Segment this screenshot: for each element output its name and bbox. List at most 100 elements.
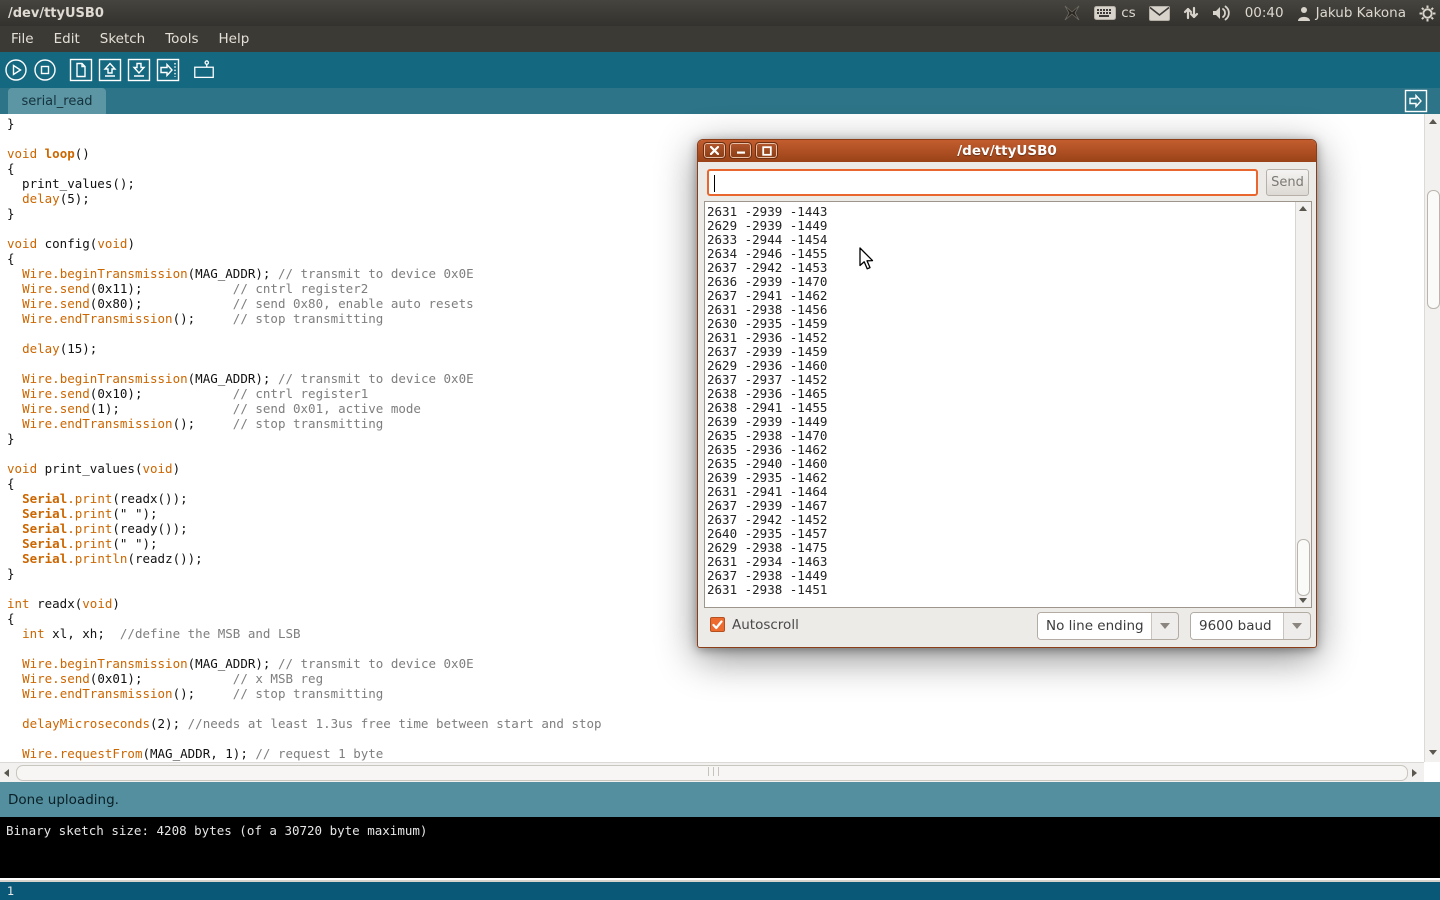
baud-dropdown-button[interactable] xyxy=(1284,613,1310,639)
upload-button[interactable] xyxy=(156,58,180,82)
serial-data-line: 2637 -2942 -1452 xyxy=(707,513,1311,527)
send-button-label: Send xyxy=(1271,175,1304,190)
menu-item-edit[interactable]: Edit xyxy=(54,31,80,47)
baud-rate-value: 9600 baud xyxy=(1191,613,1284,639)
editor-horizontal-scrollbar[interactable]: ||| xyxy=(0,762,1424,782)
serial-input-row: Send xyxy=(707,169,1309,197)
serial-data-line: 2637 -2941 -1462 xyxy=(707,289,1311,303)
serial-output-area[interactable]: 2631 -2939 -14432629 -2939 -14492633 -29… xyxy=(704,201,1312,608)
verify-button[interactable] xyxy=(4,58,28,82)
volume-icon[interactable] xyxy=(1212,5,1232,21)
serial-data-line: 2631 -2939 -1443 xyxy=(707,205,1311,219)
save-sketch-button[interactable] xyxy=(127,58,151,82)
window-title: /dev/ttyUSB0 xyxy=(0,6,104,21)
serial-data-line: 2637 -2939 -1467 xyxy=(707,499,1311,513)
keyboard-layout-code: cs xyxy=(1121,5,1135,21)
serial-scroll-thumb[interactable] xyxy=(1297,539,1310,596)
serial-data-line: 2629 -2938 -1475 xyxy=(707,541,1311,555)
tab-menu-arrow-icon xyxy=(1404,89,1428,113)
check-icon xyxy=(712,620,723,630)
keyboard-icon xyxy=(1094,6,1116,20)
window-controls xyxy=(704,143,777,158)
serial-data-line: 2640 -2935 -1457 xyxy=(707,527,1311,541)
code-line: delayMicroseconds(2); //needs at least 1… xyxy=(7,716,1424,731)
serial-data-line: 2639 -2939 -1449 xyxy=(707,415,1311,429)
maximize-button[interactable] xyxy=(756,143,777,158)
baud-rate-select[interactable]: 9600 baud xyxy=(1190,612,1311,640)
code-line: } xyxy=(7,116,1424,131)
text-caret xyxy=(714,175,715,192)
serial-data-line: 2638 -2936 -1465 xyxy=(707,387,1311,401)
user-menu[interactable]: Jakub Kakona xyxy=(1297,5,1406,21)
session-gear-icon[interactable] xyxy=(1419,5,1436,22)
send-button[interactable]: Send xyxy=(1266,169,1309,196)
serial-data-line: 2639 -2935 -1462 xyxy=(707,471,1311,485)
console-line: Binary sketch size: 4208 bytes (of a 307… xyxy=(6,823,427,838)
serial-monitor-title: /dev/ttyUSB0 xyxy=(957,143,1057,159)
chevron-down-icon xyxy=(1292,623,1302,629)
line-ending-select[interactable]: No line ending xyxy=(1037,612,1179,640)
serial-data-line: 2629 -2939 -1449 xyxy=(707,219,1311,233)
menu-item-help[interactable]: Help xyxy=(219,31,250,47)
serial-data-line: 2637 -2942 -1453 xyxy=(707,261,1311,275)
serial-output-lines: 2631 -2939 -14432629 -2939 -14492633 -29… xyxy=(707,205,1311,597)
menu-item-file[interactable]: File xyxy=(11,31,34,47)
line-ending-value: No line ending xyxy=(1038,613,1152,639)
serial-data-line: 2631 -2938 -1451 xyxy=(707,583,1311,597)
toolbar xyxy=(0,52,1440,88)
stop-button[interactable] xyxy=(33,58,57,82)
serial-data-line: 2629 -2936 -1460 xyxy=(707,359,1311,373)
code-line: Wire.send(0x01); // x MSB reg xyxy=(7,671,1424,686)
serial-monitor-titlebar[interactable]: /dev/ttyUSB0 xyxy=(698,140,1316,162)
serial-data-line: 2631 -2941 -1464 xyxy=(707,485,1311,499)
code-line: Wire.requestFrom(MAG_ADDR, 1); // reques… xyxy=(7,746,1424,761)
serial-data-line: 2634 -2946 -1455 xyxy=(707,247,1311,261)
minimize-button[interactable] xyxy=(730,143,751,158)
code-line xyxy=(7,731,1424,746)
status-message: Done uploading. xyxy=(8,792,119,808)
autoscroll-checkbox[interactable] xyxy=(710,617,725,632)
serial-data-line: 2636 -2939 -1470 xyxy=(707,275,1311,289)
system-tray: cs 00:40 Jakub Kakona xyxy=(1063,0,1436,26)
clock[interactable]: 00:40 xyxy=(1245,5,1284,21)
code-line: Wire.beginTransmission(MAG_ADDR); // tra… xyxy=(7,656,1424,671)
open-sketch-button[interactable] xyxy=(98,58,122,82)
serial-output-scrollbar[interactable] xyxy=(1295,202,1311,607)
close-button[interactable] xyxy=(704,143,725,158)
menu-item-tools[interactable]: Tools xyxy=(165,31,198,47)
new-sketch-button[interactable] xyxy=(69,58,93,82)
keyboard-layout-indicator[interactable]: cs xyxy=(1094,5,1135,21)
line-indicator: 1 xyxy=(7,884,14,898)
system-panel: /dev/ttyUSB0 cs 00:40 Jakub Kakona xyxy=(0,0,1440,26)
user-icon xyxy=(1297,6,1311,21)
clock-time: 00:40 xyxy=(1245,5,1284,21)
autoscroll-label: Autoscroll xyxy=(732,617,799,633)
serial-data-line: 2633 -2944 -1454 xyxy=(707,233,1311,247)
code-line: Wire.endTransmission(); // stop transmit… xyxy=(7,686,1424,701)
tab-menu-button[interactable] xyxy=(1404,89,1428,113)
line-ending-dropdown-button[interactable] xyxy=(1152,613,1178,639)
serial-data-line: 2631 -2936 -1452 xyxy=(707,331,1311,345)
pinwheel-icon[interactable] xyxy=(1063,4,1081,22)
maximize-icon xyxy=(762,146,772,156)
serial-data-line: 2635 -2936 -1462 xyxy=(707,443,1311,457)
serial-monitor-button[interactable] xyxy=(192,58,216,82)
serial-data-line: 2631 -2934 -1463 xyxy=(707,555,1311,569)
serial-data-line: 2631 -2938 -1456 xyxy=(707,303,1311,317)
updown-arrows-icon[interactable] xyxy=(1183,5,1199,21)
close-icon xyxy=(710,146,719,155)
status-bar: Done uploading. xyxy=(0,782,1440,817)
mail-icon[interactable] xyxy=(1149,6,1170,21)
editor-vscroll-thumb[interactable] xyxy=(1427,190,1440,309)
menu-item-sketch[interactable]: Sketch xyxy=(100,31,145,47)
serial-monitor-controls: Autoscroll No line ending 9600 baud xyxy=(698,608,1316,649)
editor-vertical-scrollbar[interactable] xyxy=(1424,114,1440,762)
serial-monitor-window: /dev/ttyUSB0 Send 2631 -2939 -14432629 -… xyxy=(697,139,1317,648)
serial-data-line: 2638 -2941 -1455 xyxy=(707,401,1311,415)
tab-serial-read[interactable]: serial_read xyxy=(8,88,106,114)
serial-data-line: 2635 -2938 -1470 xyxy=(707,429,1311,443)
serial-data-line: 2637 -2939 -1459 xyxy=(707,345,1311,359)
serial-data-line: 2637 -2938 -1449 xyxy=(707,569,1311,583)
serial-input-field[interactable] xyxy=(707,169,1258,196)
tab-strip: serial_read xyxy=(0,88,1440,114)
